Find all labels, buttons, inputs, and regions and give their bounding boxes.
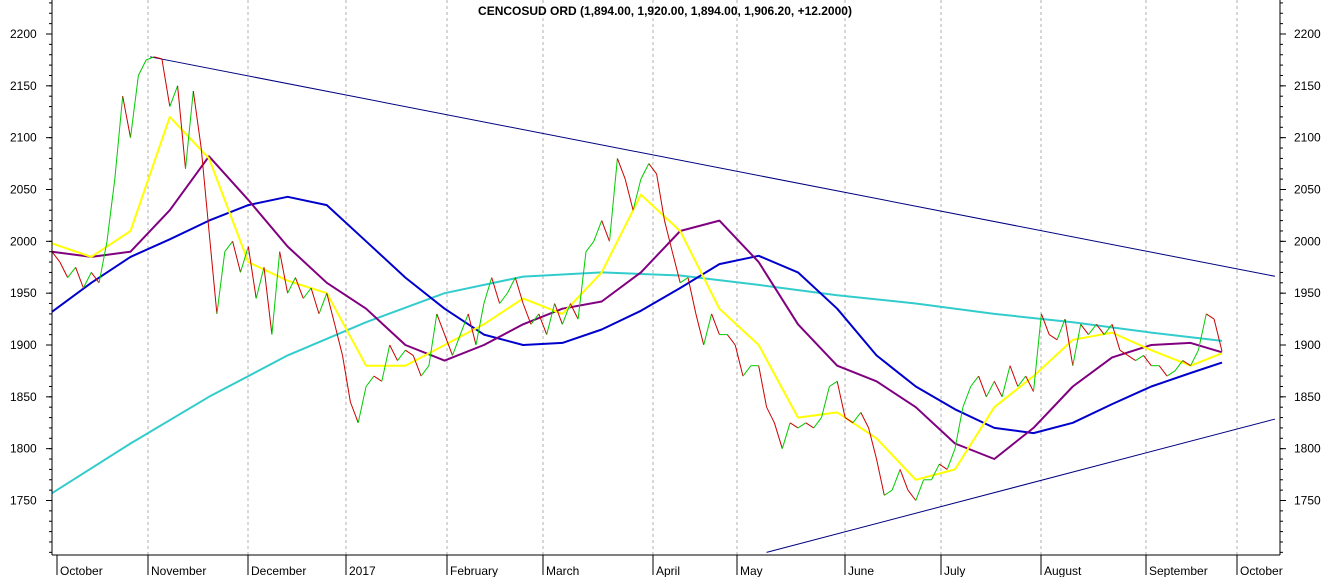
stock-chart: October November December 2017 February March… <box>0 0 1329 577</box>
month-label: October <box>1240 564 1283 577</box>
y-tick-label-right: 2150 <box>1294 79 1321 93</box>
month-label: November <box>151 564 206 577</box>
y-tick-label-right: 2200 <box>1294 27 1321 41</box>
month-label: 2017 <box>349 564 376 577</box>
y-tick-label-right: 1750 <box>1294 494 1321 508</box>
y-tick-label-right: 2050 <box>1294 183 1321 197</box>
y-tick-label-left: 2100 <box>10 131 37 145</box>
chart-title: CENCOSUD ORD (1,894.00, 1,920.00, 1,894.… <box>478 4 852 18</box>
month-label: July <box>944 564 965 577</box>
y-tick-label-right: 2000 <box>1294 234 1321 248</box>
month-label: April <box>656 564 680 577</box>
y-tick-label-left: 2150 <box>10 79 37 93</box>
y-tick-label-left: 2200 <box>10 27 37 41</box>
month-label: February <box>450 564 498 577</box>
y-tick-label-left: 2050 <box>10 183 37 197</box>
y-tick-label-left: 1750 <box>10 494 37 508</box>
y-tick-label-left: 1900 <box>10 338 37 352</box>
y-tick-label-right: 1900 <box>1294 338 1321 352</box>
month-label: March <box>546 564 579 577</box>
y-tick-label-left: 2000 <box>10 234 37 248</box>
month-label: May <box>740 564 763 577</box>
month-label: September <box>1149 564 1208 577</box>
month-label: December <box>251 564 306 577</box>
y-tick-label-left: 1950 <box>10 286 37 300</box>
y-tick-label-right: 1950 <box>1294 286 1321 300</box>
month-label: August <box>1044 564 1082 577</box>
chart-background <box>0 0 1329 577</box>
y-tick-label-left: 1850 <box>10 390 37 404</box>
y-tick-label-right: 1800 <box>1294 442 1321 456</box>
y-tick-label-right: 1850 <box>1294 390 1321 404</box>
month-label: October <box>60 564 103 577</box>
y-tick-label-left: 1800 <box>10 442 37 456</box>
month-label: June <box>848 564 874 577</box>
y-tick-label-right: 2100 <box>1294 131 1321 145</box>
